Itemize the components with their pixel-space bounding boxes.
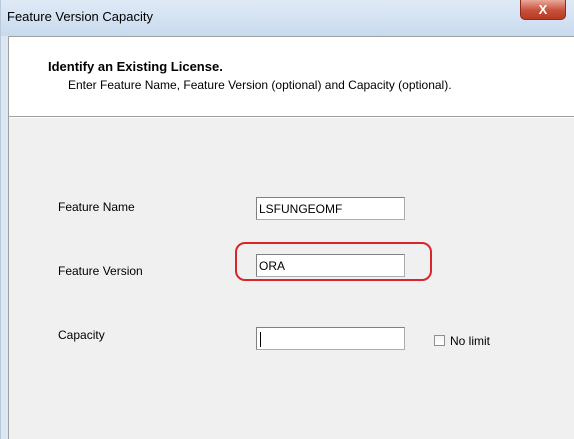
header-title: Identify an Existing License. [48, 59, 223, 74]
capacity-input[interactable] [256, 327, 405, 350]
dialog-client-area: Identify an Existing License. Enter Feat… [8, 36, 574, 439]
feature-name-label: Feature Name [58, 200, 135, 214]
window-title: Feature Version Capacity [7, 9, 153, 24]
no-limit-checkbox[interactable] [434, 335, 445, 346]
close-icon: X [538, 2, 548, 17]
feature-version-label: Feature Version [58, 264, 143, 278]
capacity-label: Capacity [58, 328, 105, 342]
no-limit-label[interactable]: No limit [450, 334, 490, 348]
dialog-window: Feature Version Capacity X Identify an E… [0, 0, 574, 439]
text-cursor [260, 332, 261, 347]
title-bar[interactable]: Feature Version Capacity X [1, 0, 574, 36]
feature-name-input[interactable] [256, 197, 405, 220]
header-description: Enter Feature Name, Feature Version (opt… [68, 78, 452, 92]
header-divider [9, 116, 574, 118]
wizard-header: Identify an Existing License. Enter Feat… [9, 37, 574, 116]
close-button[interactable]: X [520, 0, 566, 20]
highlight-outline [235, 242, 432, 281]
